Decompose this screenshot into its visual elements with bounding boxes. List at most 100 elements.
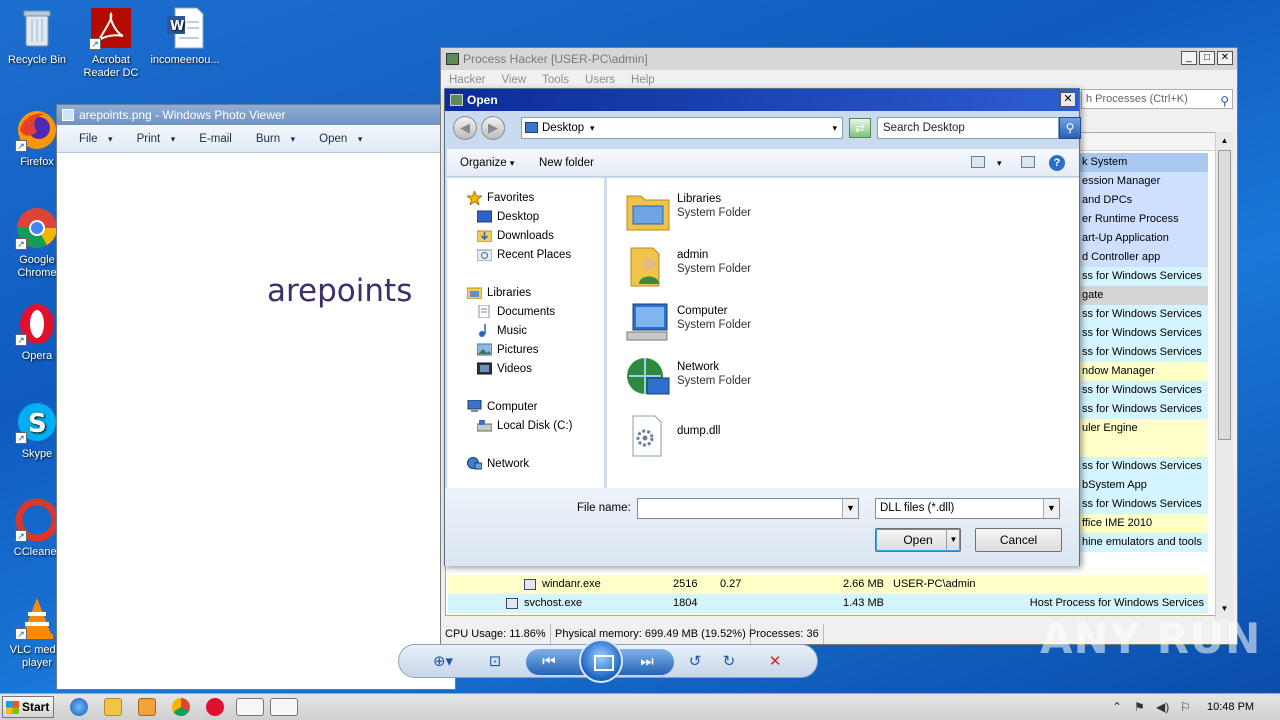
nav-pictures[interactable]: Pictures [476,342,539,358]
file-name-dropdown-icon[interactable]: ▼ [842,499,858,518]
previous-icon[interactable]: ⏮ [539,652,559,672]
process-description: hine emulators and tools [1082,536,1202,548]
network-status-icon[interactable]: ⚐ [1180,694,1191,720]
preview-pane-icon[interactable] [1021,156,1035,168]
organize-button[interactable]: Organize ▾ [460,149,514,177]
next-icon[interactable]: ⏭ [637,652,657,672]
volume-icon[interactable]: ◀) [1156,694,1169,720]
nav-libraries[interactable]: Libraries [466,285,531,301]
process-list-scrollbar[interactable]: ▲ ▼ [1215,132,1233,618]
file-item-dump-dll[interactable]: dump.dll [625,410,875,460]
change-view-icon[interactable] [971,156,985,168]
menu-help[interactable]: Help [631,70,655,90]
menu-hacker[interactable]: Hacker [449,70,485,90]
slideshow-button[interactable] [579,639,623,683]
dialog-bottom-panel: File name: ▼ DLL files (*.dll) ▼ Open ▼ … [445,488,1079,566]
rotate-counterclockwise-icon[interactable]: ↺ [685,652,705,672]
nav-recent-places[interactable]: Recent Places [476,247,571,263]
desktop-icon-label: incomeenou... [150,54,220,66]
nav-videos[interactable]: Videos [476,361,532,377]
search-icon[interactable]: ⚲ [1220,92,1229,110]
rotate-clockwise-icon[interactable]: ↻ [719,652,739,672]
help-icon[interactable]: ? [1049,155,1065,171]
process-window-icon [506,598,518,609]
view-options-dropdown-icon[interactable]: ▾ [997,149,1002,177]
process-description: art-Up Application [1082,232,1169,244]
show-hidden-icons-icon[interactable]: ⌃ [1112,694,1122,720]
shortcut-arrow-icon: ↗ [15,238,27,250]
new-folder-button[interactable]: New folder [539,149,594,177]
search-desktop-input[interactable]: Search Desktop [877,117,1059,139]
start-button[interactable]: Start [2,696,54,718]
refresh-icon[interactable]: ⇄ [849,118,871,138]
file-item-network[interactable]: Network System Folder [625,352,875,402]
process-cpu: 0.27 [720,578,742,590]
scrollbar-thumb[interactable] [1218,150,1231,440]
address-dropdown-icon[interactable]: ▾ [832,118,837,138]
table-row[interactable]: windanr.exe 2516 0.27 2.66 MB USER-PC\admin [448,575,1208,594]
action-center-icon[interactable]: ⚑ [1134,694,1145,720]
minimize-button[interactable]: _ [1181,51,1197,65]
actual-size-icon[interactable]: ⊡ [485,652,505,672]
desktop-icon-acrobat[interactable]: ↗ Acrobat Reader DC [74,6,148,80]
open-button[interactable]: Open ▼ [875,528,961,552]
user-folder-icon [625,244,671,288]
nav-network[interactable]: Network [467,456,529,472]
address-bar[interactable]: Desktop ▾ ▾ [521,117,843,139]
media-player-icon[interactable] [138,698,156,716]
nav-documents[interactable]: Documents [477,304,555,320]
open-split-arrow-icon[interactable]: ▼ [946,529,960,551]
maximize-button[interactable]: □ [1199,51,1215,65]
zoom-icon[interactable]: ⊕▾ [427,652,459,672]
clock[interactable]: 10:48 PM [1207,694,1254,720]
nav-desktop[interactable]: Desktop [476,209,539,225]
ccleaner-icon: ↗ [15,498,59,542]
close-button[interactable]: ✕ [1217,51,1233,65]
menu-print[interactable]: Print [137,133,176,145]
file-list-pane: Libraries System Folder admin System Fol… [607,178,1079,488]
menu-burn[interactable]: Burn [256,133,295,145]
internet-explorer-icon[interactable] [70,698,88,716]
taskbar: Start ⌃ ⚑ ◀) ⚐ 10:48 PM [0,693,1280,720]
menu-users[interactable]: Users [585,70,615,90]
delete-icon[interactable]: ✕ [765,652,785,672]
photo-viewer-titlebar[interactable]: arepoints.png - Windows Photo Viewer [57,105,455,125]
nav-computer[interactable]: Computer [467,399,538,415]
menu-email[interactable]: E-mail [199,133,232,145]
chrome-icon[interactable] [172,698,190,716]
menu-open[interactable]: Open [319,133,362,145]
photo-viewer-taskbar-icon[interactable] [270,698,298,716]
process-description: ffice IME 2010 [1082,517,1153,529]
file-item-computer[interactable]: Computer System Folder [625,296,875,346]
cancel-button[interactable]: Cancel [975,528,1062,552]
breadcrumb-chevron-icon[interactable]: ▾ [590,118,595,138]
search-icon[interactable]: ⚲ [1059,117,1081,139]
opera-icon[interactable] [206,698,224,716]
vlc-cone-icon: ↗ [15,596,59,640]
file-explorer-icon[interactable] [104,698,122,716]
menu-tools[interactable]: Tools [542,70,569,90]
back-arrow-icon[interactable]: ◀ [453,116,477,140]
file-name-input[interactable]: ▼ [637,498,859,519]
open-dialog-titlebar[interactable]: Open ✕ [445,89,1079,111]
menu-file[interactable]: File [79,133,113,145]
scroll-up-arrow-icon[interactable]: ▲ [1218,134,1231,148]
file-item-admin[interactable]: admin System Folder [625,240,875,290]
nav-favorites[interactable]: Favorites [465,189,534,207]
nav-local-disk[interactable]: Local Disk (C:) [476,418,572,434]
desktop-icon-word-doc[interactable]: W incomeenou... [148,6,222,67]
file-item-libraries[interactable]: Libraries System Folder [625,184,875,234]
process-search-input[interactable]: h Processes (Ctrl+K) ⚲ [1081,89,1233,109]
table-row[interactable]: svchost.exe 1804 1.43 MB Host Process for W… [448,594,1208,613]
process-hacker-titlebar[interactable]: Process Hacker [USER-PC\admin] _ □ ✕ [441,48,1237,70]
menu-view[interactable]: View [501,70,526,90]
anyrun-watermark: ANY RUN [1040,614,1262,663]
nav-music[interactable]: Music [477,323,527,339]
process-hacker-taskbar-icon[interactable] [236,698,264,716]
forward-arrow-icon[interactable]: ▶ [481,116,505,140]
dialog-close-button[interactable]: ✕ [1060,92,1076,107]
desktop-icon-recycle-bin[interactable]: Recycle Bin [0,6,74,67]
file-type-dropdown-icon[interactable]: ▼ [1043,499,1059,518]
nav-downloads[interactable]: Downloads [476,228,554,244]
file-type-select[interactable]: DLL files (*.dll) ▼ [875,498,1060,519]
